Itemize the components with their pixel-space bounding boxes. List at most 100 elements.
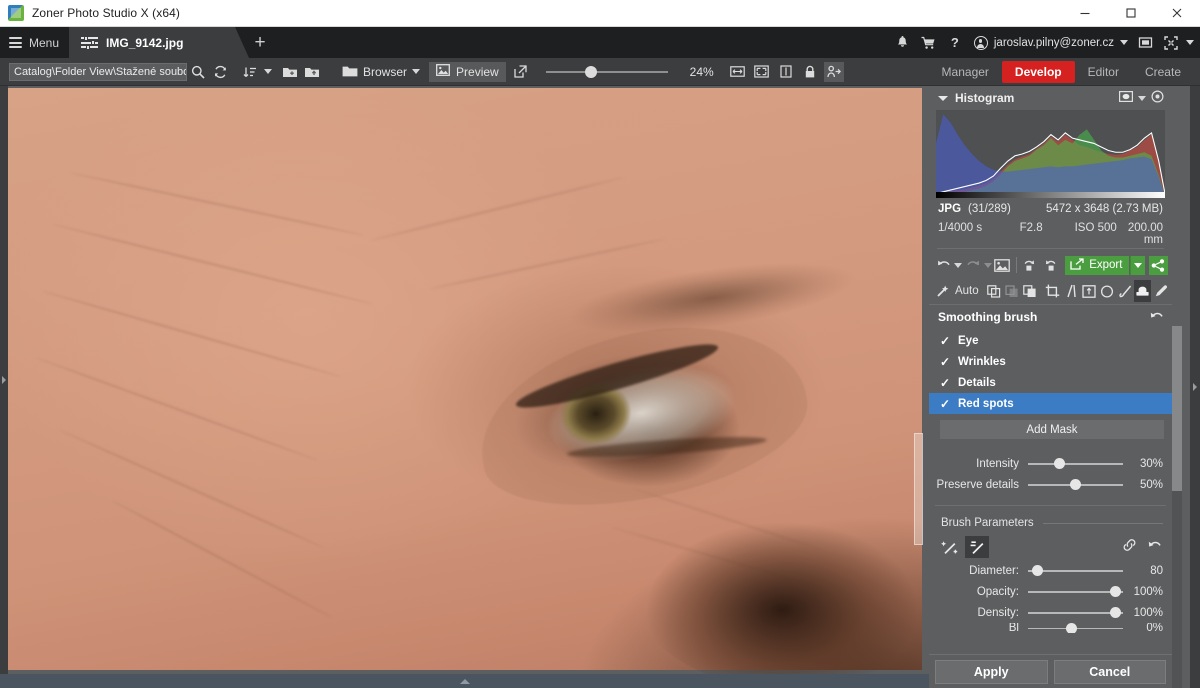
link-icon[interactable]: [1122, 538, 1137, 557]
auto-label[interactable]: Auto: [955, 285, 979, 297]
paste-dim-icon[interactable]: [1004, 280, 1021, 302]
filter-brush-icon[interactable]: [1116, 280, 1133, 302]
bell-icon[interactable]: [890, 27, 916, 58]
magic-wand-icon[interactable]: [935, 280, 952, 302]
clipping-icon[interactable]: [1119, 91, 1134, 105]
straighten-icon[interactable]: [1062, 280, 1079, 302]
brush-parameters-header: Brush Parameters: [929, 512, 1172, 534]
cart-icon[interactable]: [916, 27, 942, 58]
checkmark-icon[interactable]: ✓: [940, 334, 950, 348]
menu-button[interactable]: Menu: [0, 27, 69, 58]
file-format: JPG: [938, 203, 962, 215]
mask-item-eye[interactable]: ✓ Eye: [929, 330, 1172, 351]
browser-chevron-icon[interactable]: [409, 59, 423, 85]
preserve-details-slider[interactable]: [1028, 474, 1123, 495]
target-icon[interactable]: [1151, 90, 1164, 106]
mode-editor[interactable]: Editor: [1075, 62, 1132, 82]
undo-chevron-icon[interactable]: [954, 254, 964, 276]
density-slider[interactable]: [1028, 602, 1123, 623]
cancel-button[interactable]: Cancel: [1053, 659, 1166, 684]
fit-width-icon[interactable]: [728, 62, 748, 82]
erase-brush-icon[interactable]: [965, 536, 989, 558]
panel-scrollbar-thumb[interactable]: [1172, 326, 1182, 491]
preview-toggle[interactable]: Preview: [429, 61, 506, 82]
preview-label: Preview: [456, 64, 499, 79]
preserve-details-slider-row: Preserve details 50%: [929, 474, 1172, 495]
second-monitor-icon[interactable]: [1132, 27, 1158, 58]
mask-label: Wrinkles: [958, 355, 1006, 368]
popout-window-icon[interactable]: [510, 59, 532, 85]
left-panel-collapse-handle[interactable]: [0, 86, 8, 674]
compare-image-icon[interactable]: [994, 254, 1012, 276]
brush-reset-arrow-icon[interactable]: [1147, 538, 1162, 557]
add-brush-icon[interactable]: [937, 536, 961, 558]
header-overflow-chevron-icon[interactable]: [1186, 40, 1194, 45]
minimize-button[interactable]: [1062, 0, 1108, 27]
add-mask-button[interactable]: Add Mask: [940, 420, 1164, 439]
copy-settings-icon[interactable]: [1022, 254, 1040, 276]
maximize-button[interactable]: [1108, 0, 1154, 27]
folder-add-icon[interactable]: [279, 59, 301, 85]
checkmark-icon[interactable]: ✓: [940, 355, 950, 369]
compare-icon[interactable]: [823, 61, 844, 82]
zoom-slider[interactable]: [545, 62, 668, 82]
mode-develop[interactable]: Develop: [1001, 60, 1075, 83]
account-menu[interactable]: jaroslav.pilny@zoner.cz: [968, 35, 1132, 50]
bottom-filmstrip-collapse-bar[interactable]: [0, 674, 929, 688]
frame-icon[interactable]: [1080, 280, 1097, 302]
opacity-slider[interactable]: [1028, 581, 1123, 602]
fit-screen-icon[interactable]: [752, 62, 772, 82]
mask-item-red-spots[interactable]: ✓ Red spots: [929, 393, 1172, 414]
reset-arrow-icon[interactable]: [1149, 309, 1164, 325]
undo-icon[interactable]: [935, 254, 953, 276]
diameter-slider[interactable]: [1028, 560, 1123, 581]
mask-item-wrinkles[interactable]: ✓ Wrinkles: [929, 351, 1172, 372]
file-dimensions: 5472 x 3648 (2.73 MB): [1046, 203, 1163, 215]
chevron-down-icon[interactable]: [938, 95, 948, 101]
image-canvas[interactable]: [0, 86, 929, 674]
close-button[interactable]: [1154, 0, 1200, 27]
blur-slider[interactable]: [1028, 623, 1123, 633]
browser-dropdown[interactable]: Browser: [339, 59, 423, 85]
lock-icon[interactable]: [800, 62, 820, 82]
crop-icon[interactable]: [1044, 280, 1061, 302]
redo-chevron-icon[interactable]: [983, 254, 993, 276]
redo-icon[interactable]: [964, 254, 982, 276]
histogram-title: Histogram: [955, 91, 1015, 105]
fullscreen-icon[interactable]: [1158, 27, 1184, 58]
sort-az-icon[interactable]: [239, 59, 261, 85]
help-icon[interactable]: ?: [942, 27, 968, 58]
share-icon[interactable]: [1148, 255, 1168, 275]
refresh-icon[interactable]: [209, 59, 231, 85]
folder-up-icon[interactable]: [301, 59, 323, 85]
export-chevron-icon[interactable]: [1130, 255, 1145, 275]
mode-manager[interactable]: Manager: [929, 62, 1002, 82]
duplicate-icon[interactable]: [1021, 280, 1038, 302]
new-tab-button[interactable]: +: [243, 27, 277, 58]
ellipse-icon[interactable]: [1098, 280, 1115, 302]
clipping-chevron-icon[interactable]: [1138, 95, 1146, 101]
mode-create[interactable]: Create: [1132, 62, 1194, 82]
one-to-one-icon[interactable]: [776, 62, 796, 82]
copy-icon[interactable]: [986, 280, 1003, 302]
histogram-header[interactable]: Histogram: [929, 86, 1172, 110]
sort-chevron-icon[interactable]: [261, 59, 275, 85]
path-input[interactable]: Catalog\Folder View\Stažené soubor: [9, 62, 187, 81]
right-panel-collapse-handle[interactable]: [1190, 86, 1200, 688]
opacity-label: Opacity:: [976, 585, 1019, 598]
export-button[interactable]: Export: [1065, 255, 1130, 275]
checkmark-icon[interactable]: ✓: [940, 397, 950, 411]
mask-item-details[interactable]: ✓ Details: [929, 372, 1172, 393]
checkmark-icon[interactable]: ✓: [940, 376, 950, 390]
paste-settings-icon[interactable]: [1041, 254, 1059, 276]
intensity-slider-row: Intensity 30%: [929, 453, 1172, 474]
magnifier-icon[interactable]: [187, 59, 209, 85]
intensity-slider[interactable]: [1028, 453, 1123, 474]
panel-vertical-scrollbar[interactable]: [1172, 326, 1182, 688]
apply-button[interactable]: Apply: [935, 659, 1048, 684]
histogram-chart: [936, 110, 1165, 198]
smoothing-brush-icon[interactable]: [1134, 280, 1152, 302]
clone-stamp-icon[interactable]: [1152, 280, 1169, 302]
document-tab-img-9142[interactable]: IMG_9142.jpg: [69, 27, 249, 58]
image-vertical-scrollbar[interactable]: [914, 433, 923, 545]
